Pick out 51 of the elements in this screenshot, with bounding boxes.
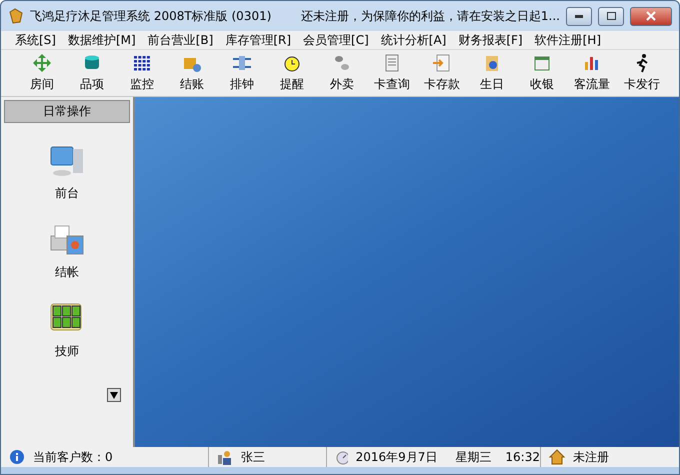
maximize-button[interactable] xyxy=(598,6,624,26)
sidebar-item[interactable]: 结帐 xyxy=(49,222,85,281)
toolbar-button[interactable]: 品项 xyxy=(67,53,117,93)
info-icon xyxy=(9,449,25,465)
menu-item[interactable]: 统计分析[A] xyxy=(374,32,452,48)
toolbar-button[interactable]: 卡查询 xyxy=(367,53,417,93)
close-button[interactable] xyxy=(630,6,672,26)
toolbar-button[interactable]: 提醒 xyxy=(267,53,317,93)
menu-item[interactable]: 会员管理[C] xyxy=(297,32,375,48)
grid-icon xyxy=(132,53,152,73)
coins-icon xyxy=(332,53,352,73)
clock-icon xyxy=(335,449,348,465)
registration-notice: 还未注册，为保障你的利益，请在安装之日起1... xyxy=(300,8,560,24)
menu-item[interactable]: 数据维护[M] xyxy=(62,32,142,48)
sidebar-item[interactable]: 技师 xyxy=(49,301,85,360)
registration-status: 未注册 xyxy=(573,448,609,466)
arrows-icon xyxy=(232,53,252,73)
toolbar-button[interactable]: 收银 xyxy=(517,53,567,93)
sidebar-item[interactable]: 前台 xyxy=(49,143,85,202)
menu-item[interactable]: 系统[S] xyxy=(9,32,62,48)
sidebar-header: 日常操作 xyxy=(4,100,130,123)
time-text: 16:32 xyxy=(505,450,540,464)
down-triangle-icon xyxy=(110,392,118,398)
close-icon xyxy=(646,11,656,21)
menu-item[interactable]: 库存管理[R] xyxy=(219,32,298,48)
toolbar-button[interactable]: 卡存款 xyxy=(417,53,467,93)
scroll-down-button[interactable] xyxy=(107,388,121,402)
menu-item[interactable]: 前台营业[B] xyxy=(142,32,220,48)
user-icon xyxy=(217,449,233,465)
toolbar-button[interactable]: 监控 xyxy=(117,53,167,93)
menu-item[interactable]: 财务报表[F] xyxy=(452,32,529,48)
toolbar-button[interactable]: 客流量 xyxy=(567,53,617,93)
card-arrow-icon xyxy=(432,53,452,73)
date-text: 2016年9月7日 xyxy=(356,448,438,466)
app-icon xyxy=(8,8,24,24)
cross-arrows-icon xyxy=(32,53,52,73)
menu-item[interactable]: 软件注册[H] xyxy=(528,32,607,48)
user-name: 张三 xyxy=(241,448,265,466)
toolbar-button[interactable]: 房间 xyxy=(17,53,67,93)
maximize-icon xyxy=(606,12,616,20)
toolbar-button[interactable]: 生日 xyxy=(467,53,517,93)
toolbar-button[interactable]: 卡发行 xyxy=(617,53,667,93)
toolbar-button[interactable]: 结账 xyxy=(167,53,217,93)
toolbar-button[interactable]: 排钟 xyxy=(217,53,267,93)
weekday-text: 星期三 xyxy=(455,448,492,466)
minimize-button[interactable] xyxy=(566,6,592,26)
house-icon xyxy=(549,449,565,465)
toolbar-button[interactable]: 外卖 xyxy=(317,53,367,93)
customer-count: 当前客户数：0 xyxy=(33,448,113,466)
minimize-icon xyxy=(575,14,583,18)
window-title: 飞鸿足疗沐足管理系统 2008T标准版 (0301) xyxy=(30,8,272,24)
